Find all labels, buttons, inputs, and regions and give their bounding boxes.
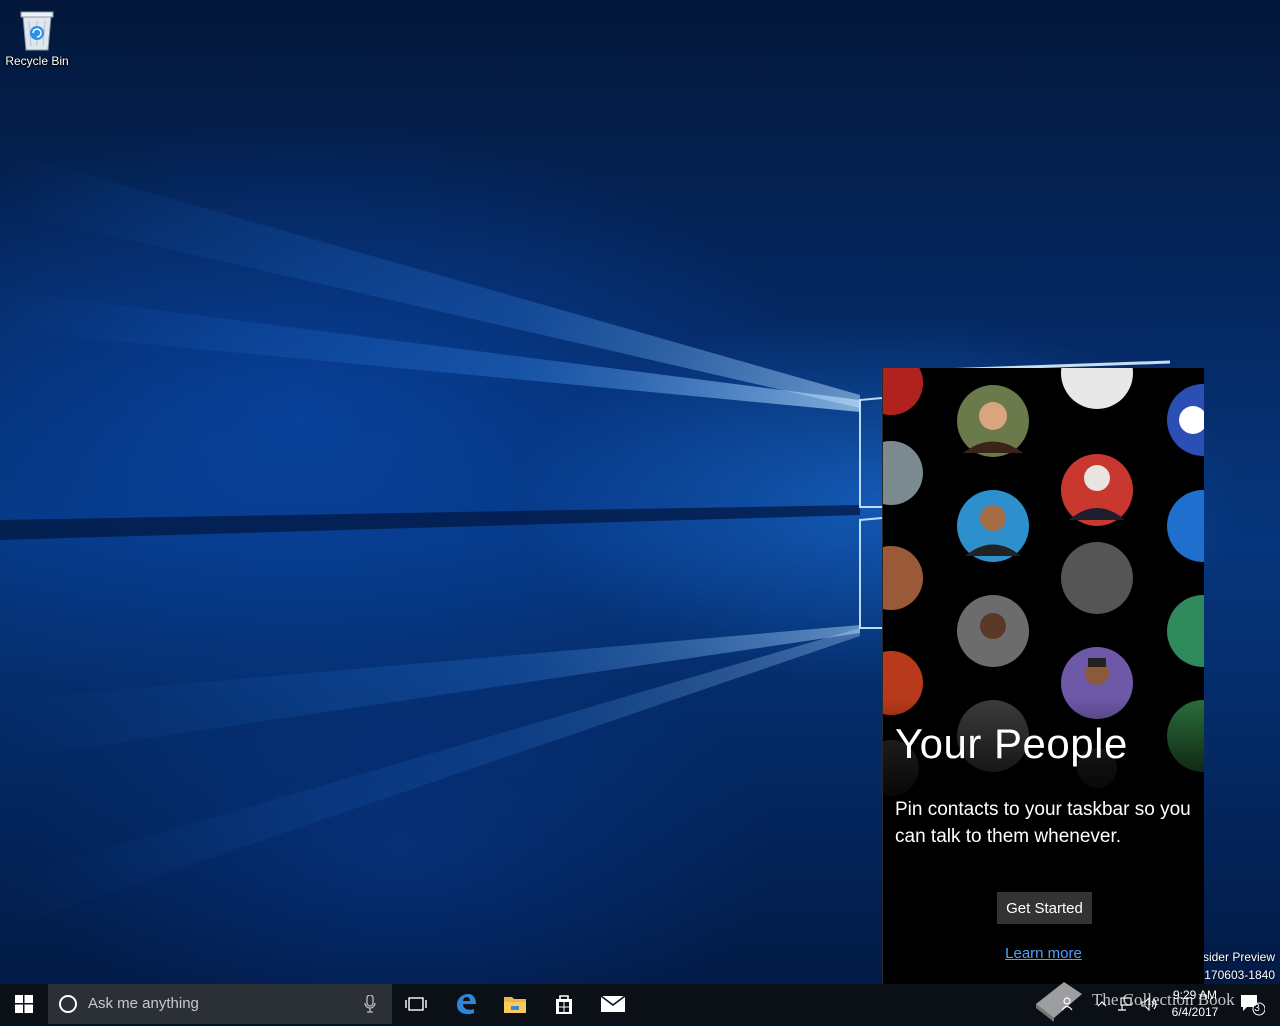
avatar (883, 546, 923, 610)
learn-more-link-container: Learn more (883, 945, 1204, 962)
edge-button[interactable] (442, 984, 490, 1024)
recycle-bin-label: Recycle Bin (5, 54, 69, 68)
mail-button[interactable] (589, 984, 637, 1024)
task-view-button[interactable] (392, 984, 440, 1024)
avatar (1167, 490, 1204, 562)
store-icon (556, 995, 572, 1014)
clock-date[interactable]: 6/4/2017 (1164, 1005, 1226, 1019)
avatar (883, 441, 923, 505)
learn-more-link[interactable]: Learn more (1005, 945, 1082, 962)
get-started-button[interactable]: Get Started (997, 892, 1092, 924)
folder-icon (504, 997, 526, 1013)
recycle-bin-icon (20, 11, 54, 51)
avatar (883, 368, 923, 415)
notification-count-badge: 3 (1254, 1003, 1260, 1014)
speaker-icon (1141, 997, 1157, 1011)
people-flyout: Your People Pin contacts to your taskbar… (882, 368, 1204, 984)
avatar (1061, 542, 1133, 614)
file-explorer-button[interactable] (491, 984, 539, 1024)
volume-button[interactable] (1138, 984, 1162, 1024)
store-button[interactable] (540, 984, 588, 1024)
task-view-icon (405, 997, 427, 1011)
start-button[interactable] (0, 984, 48, 1024)
build-watermark-line2: e.170603-1840 (1194, 968, 1275, 982)
cortana-search-box[interactable]: Ask me anything (48, 984, 392, 1024)
cortana-icon (59, 995, 77, 1013)
network-button[interactable] (1114, 984, 1136, 1024)
windows-logo-icon (15, 995, 33, 1013)
people-icon (1061, 997, 1073, 1011)
recycle-bin-shortcut[interactable]: Recycle Bin (2, 6, 72, 68)
chevron-up-icon (1097, 1001, 1107, 1007)
avatar (1061, 368, 1133, 409)
search-placeholder: Ask me anything (88, 995, 199, 1012)
show-hidden-icons-button[interactable] (1092, 984, 1112, 1024)
avatar (1167, 595, 1204, 667)
network-icon (1118, 997, 1132, 1011)
clock-time[interactable]: 9:29 AM (1164, 988, 1226, 1002)
edge-icon (457, 994, 476, 1015)
mail-icon (600, 995, 626, 1012)
people-button[interactable] (1058, 984, 1080, 1024)
people-title: Your People (895, 720, 1128, 767)
build-watermark-line1: nsider Preview (1196, 950, 1275, 964)
people-description: Pin contacts to your taskbar so you can … (895, 799, 1191, 847)
action-center-button[interactable]: 3 (1232, 984, 1272, 1024)
microphone-icon[interactable] (364, 995, 376, 1013)
taskbar: Ask me anything The Collection Book 3 (0, 982, 1280, 1024)
